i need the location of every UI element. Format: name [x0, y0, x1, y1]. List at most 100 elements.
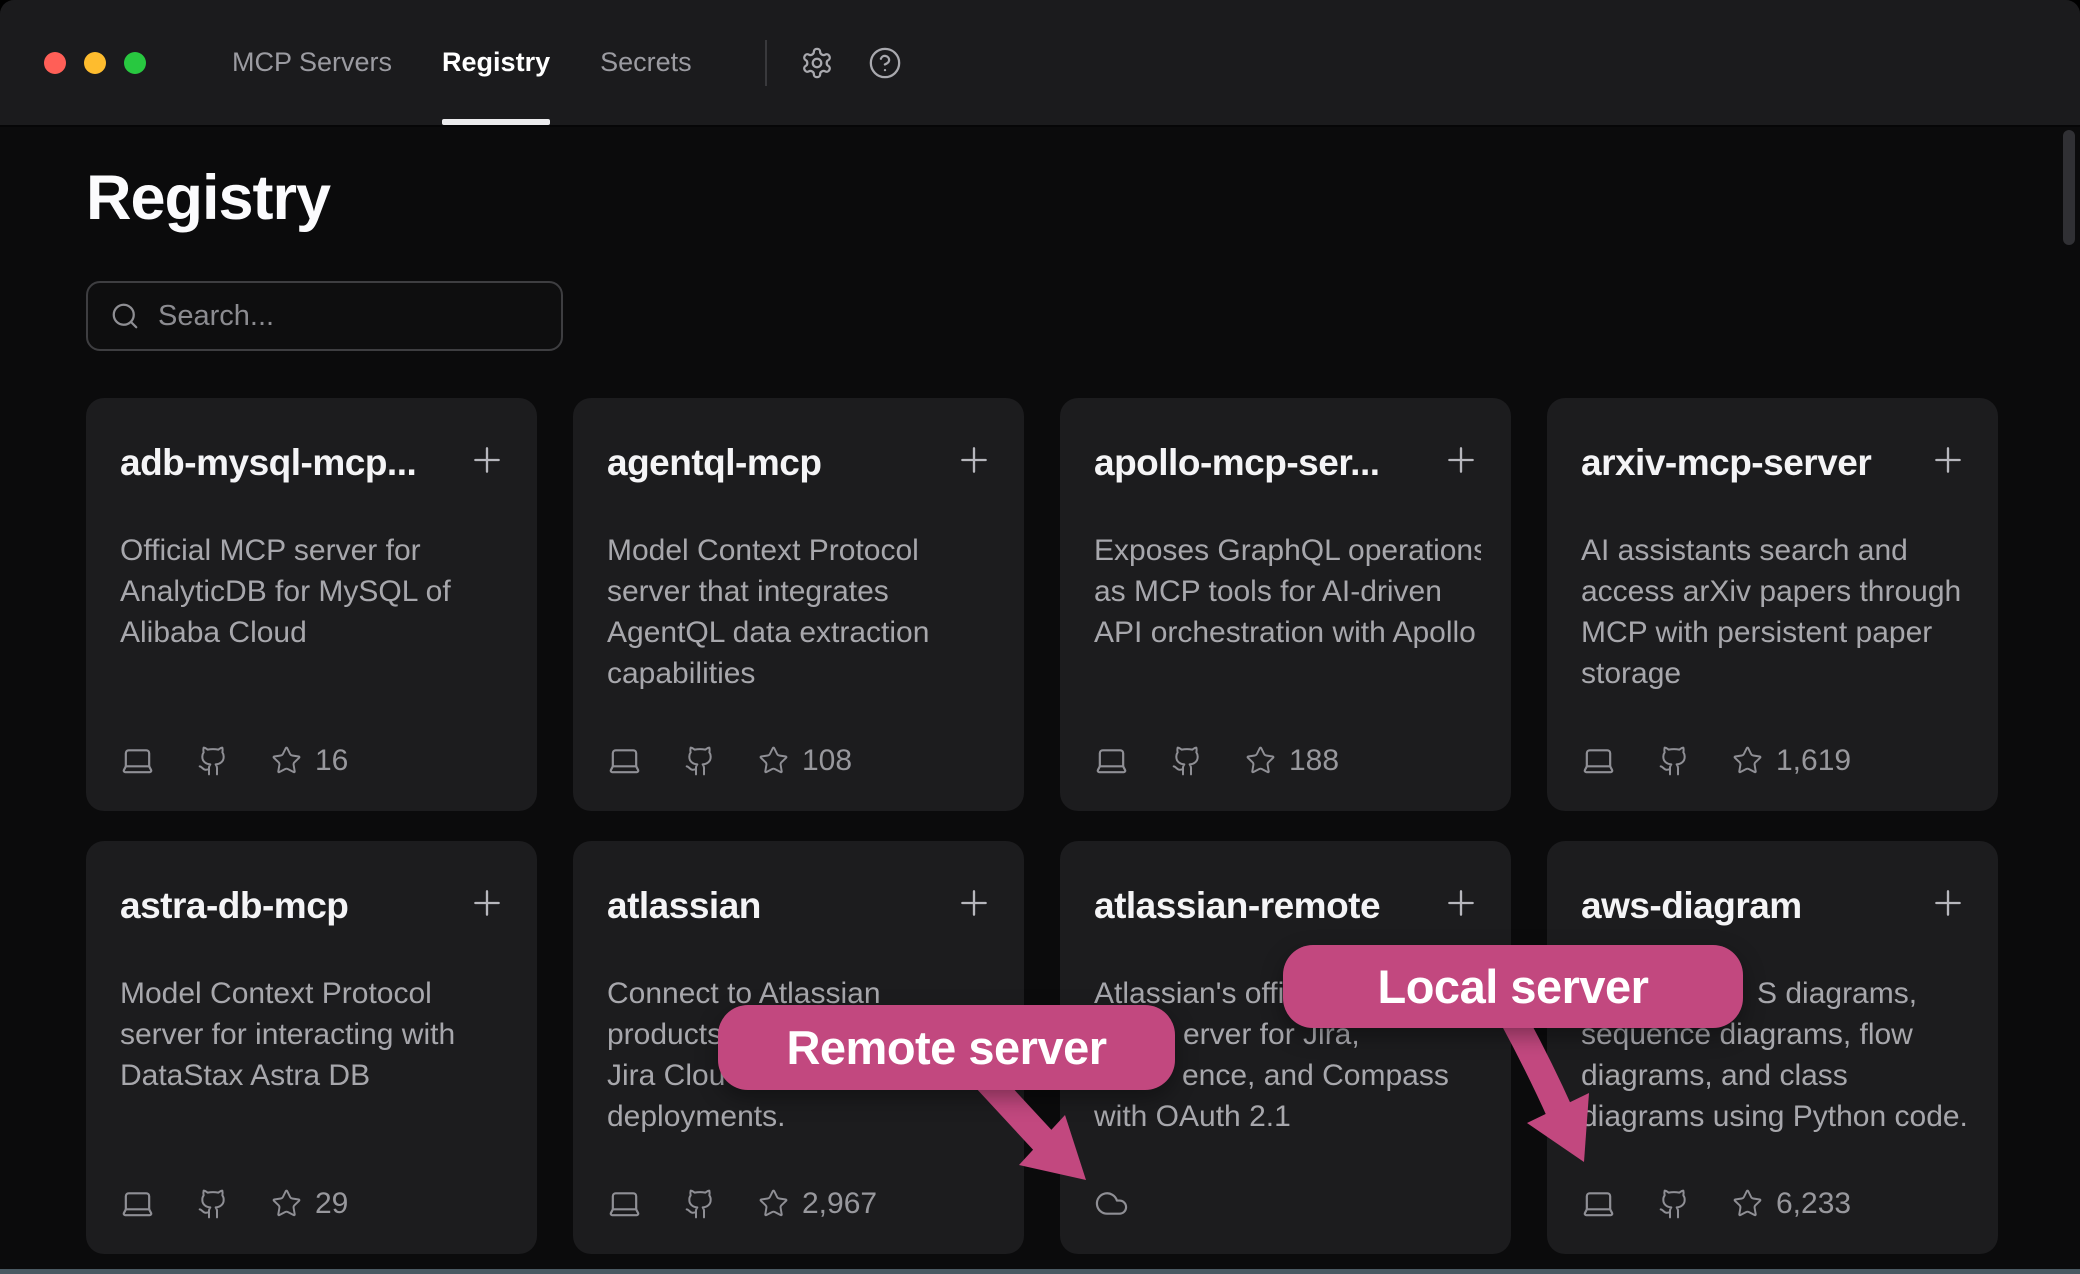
laptop-icon: [607, 1186, 642, 1221]
description-line: server that integrates: [607, 571, 994, 612]
github-icon: [684, 745, 716, 777]
star-count: 108: [758, 744, 852, 778]
star-icon: [1732, 745, 1763, 776]
description-line: deployments.: [607, 1096, 994, 1137]
description-line: API orchestration with Apollo: [1094, 612, 1481, 653]
description-line: Model Context Protocol: [607, 530, 994, 571]
card-description: AI assistants search andaccess arXiv pap…: [1581, 530, 1968, 694]
registry-card[interactable]: adb-mysql-mcp... Official MCP server for…: [86, 398, 537, 811]
page-title: Registry: [86, 162, 330, 234]
registry-card[interactable]: arxiv-mcp-server AI assistants search an…: [1547, 398, 1998, 811]
description-line: AI assistants search and: [1581, 530, 1968, 571]
star-count: 188: [1245, 744, 1339, 778]
settings-icon[interactable]: [800, 46, 834, 80]
titlebar: MCP Servers Registry Secrets: [0, 0, 2080, 127]
card-header: atlassian: [607, 885, 994, 927]
github-icon: [1171, 745, 1203, 777]
card-description: Official MCP server forAnalyticDB for My…: [120, 530, 507, 653]
card-title: astra-db-mcp: [120, 885, 348, 927]
card-footer: 188: [1094, 743, 1339, 778]
card-header: arxiv-mcp-server: [1581, 442, 1968, 484]
card-footer: 108: [607, 743, 852, 778]
add-server-button[interactable]: [467, 883, 507, 923]
card-description: Exposes GraphQL operationsas MCP tools f…: [1094, 530, 1481, 653]
laptop-icon: [120, 1186, 155, 1221]
plus-icon: [954, 883, 994, 923]
add-server-button[interactable]: [1928, 440, 1968, 480]
description-line: Model Context Protocol: [120, 973, 507, 1014]
laptop-icon: [120, 743, 155, 778]
registry-card[interactable]: aws-diagram S diagrams,sequence diagrams…: [1547, 841, 1998, 1254]
add-server-button[interactable]: [954, 440, 994, 480]
search-box: [86, 281, 563, 351]
card-footer: 16: [120, 743, 348, 778]
card-title: agentql-mcp: [607, 442, 821, 484]
registry-card-grid: adb-mysql-mcp... Official MCP server for…: [86, 398, 1998, 1254]
traffic-lights: [44, 52, 146, 74]
card-title: aws-diagram: [1581, 885, 1802, 927]
github-icon: [197, 1188, 229, 1220]
github-icon: [197, 745, 229, 777]
star-icon: [758, 1188, 789, 1219]
plus-icon: [467, 440, 507, 480]
add-server-button[interactable]: [954, 883, 994, 923]
card-description: Model Context Protocolserver that integr…: [607, 530, 994, 694]
tab-secrets[interactable]: Secrets: [600, 0, 692, 125]
close-button[interactable]: [44, 52, 66, 74]
description-line: as MCP tools for AI-driven: [1094, 571, 1481, 612]
star-count: 2,967: [758, 1187, 877, 1221]
registry-card[interactable]: agentql-mcp Model Context Protocolserver…: [573, 398, 1024, 811]
search-icon: [110, 301, 140, 331]
card-header: atlassian-remote: [1094, 885, 1481, 927]
add-server-button[interactable]: [1441, 883, 1481, 923]
plus-icon: [1928, 440, 1968, 480]
description-line: AnalyticDB for MySQL of: [120, 571, 507, 612]
add-server-button[interactable]: [467, 440, 507, 480]
search-input[interactable]: [158, 300, 539, 333]
star-icon: [271, 745, 302, 776]
star-count: 29: [271, 1187, 348, 1221]
star-icon: [758, 745, 789, 776]
description-line: Exposes GraphQL operations: [1094, 530, 1481, 571]
description-line: AgentQL data extraction: [607, 612, 994, 653]
star-count: 1,619: [1732, 744, 1851, 778]
remote-server-badge: Remote server: [718, 1005, 1175, 1090]
registry-card[interactable]: astra-db-mcp Model Context Protocolserve…: [86, 841, 537, 1254]
scrollbar-thumb[interactable]: [2063, 130, 2075, 245]
star-count: 6,233: [1732, 1187, 1851, 1221]
description-line: storage: [1581, 653, 1968, 694]
description-line: DataStax Astra DB: [120, 1055, 507, 1096]
nav-tabs: MCP Servers Registry Secrets: [232, 0, 692, 125]
card-title: atlassian-remote: [1094, 885, 1380, 927]
tab-mcp-servers[interactable]: MCP Servers: [232, 0, 392, 125]
plus-icon: [954, 440, 994, 480]
help-icon[interactable]: [868, 46, 902, 80]
plus-icon: [467, 883, 507, 923]
laptop-icon: [1094, 743, 1129, 778]
plus-icon: [1441, 440, 1481, 480]
star-icon: [1732, 1188, 1763, 1219]
star-count: 16: [271, 744, 348, 778]
card-title: apollo-mcp-ser...: [1094, 442, 1380, 484]
card-footer: [1094, 1186, 1129, 1221]
description-line: Alibaba Cloud: [120, 612, 507, 653]
card-footer: 29: [120, 1186, 348, 1221]
description-line: MCP with persistent paper: [1581, 612, 1968, 653]
laptop-icon: [1581, 1186, 1616, 1221]
card-title: arxiv-mcp-server: [1581, 442, 1871, 484]
github-icon: [684, 1188, 716, 1220]
card-header: agentql-mcp: [607, 442, 994, 484]
zoom-button[interactable]: [124, 52, 146, 74]
registry-card[interactable]: apollo-mcp-ser... Exposes GraphQL operat…: [1060, 398, 1511, 811]
minimize-button[interactable]: [84, 52, 106, 74]
cloud-icon: [1094, 1186, 1129, 1221]
add-server-button[interactable]: [1441, 440, 1481, 480]
app-window: MCP Servers Registry Secrets Registry adb-…: [0, 0, 2080, 1274]
description-line: diagrams using Python code.: [1581, 1096, 1968, 1137]
card-header: aws-diagram: [1581, 885, 1968, 927]
tab-registry[interactable]: Registry: [442, 0, 550, 125]
description-line: with OAuth 2.1: [1094, 1096, 1481, 1137]
card-title: atlassian: [607, 885, 761, 927]
description-line: server for interacting with: [120, 1014, 507, 1055]
add-server-button[interactable]: [1928, 883, 1968, 923]
